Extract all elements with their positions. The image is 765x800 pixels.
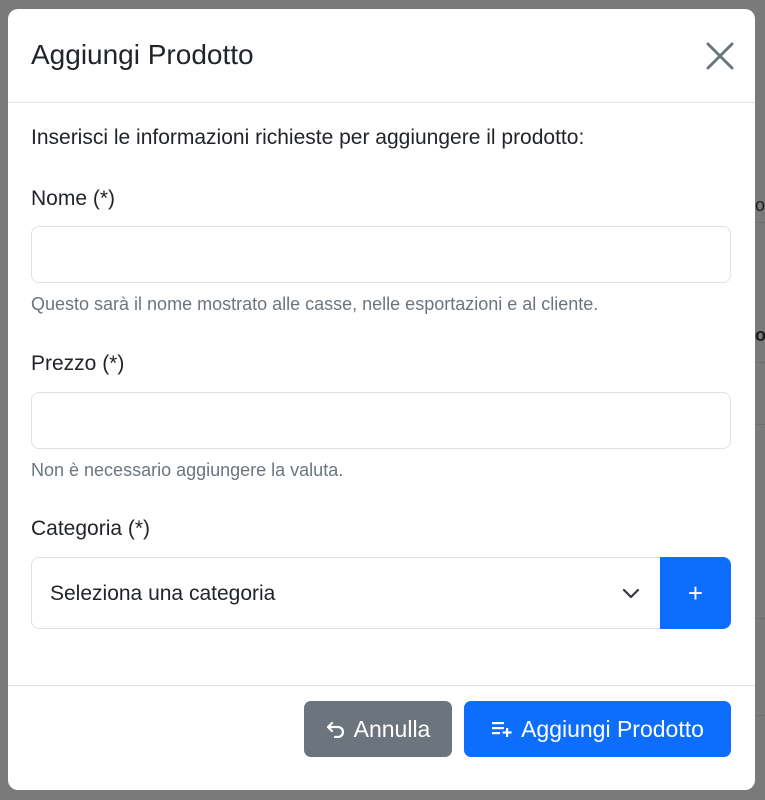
- background-text: o: [755, 195, 765, 215]
- background-text: o: [755, 325, 765, 345]
- playlist-add-icon: [492, 722, 512, 737]
- modal-title: Aggiungi Prodotto: [31, 39, 254, 70]
- undo-icon: [326, 721, 344, 738]
- price-label: Prezzo (*): [31, 352, 125, 375]
- price-input[interactable]: [31, 392, 731, 449]
- category-select[interactable]: Seleziona una categoria: [31, 557, 661, 629]
- cancel-button[interactable]: Annulla: [304, 701, 452, 757]
- add-product-button-label: Aggiungi Prodotto: [521, 715, 704, 742]
- add-product-button[interactable]: Aggiungi Prodotto: [464, 701, 731, 757]
- footer-divider: [8, 685, 755, 686]
- cancel-button-label: Annulla: [353, 715, 431, 742]
- add-category-button[interactable]: +: [660, 557, 731, 629]
- modal-intro-text: Inserisci le informazioni richieste per …: [31, 126, 585, 149]
- modal-header: Aggiungi Prodotto: [8, 9, 755, 103]
- name-input[interactable]: [31, 226, 731, 283]
- price-help-text: Non è necessario aggiungere la valuta.: [31, 460, 344, 480]
- close-button[interactable]: [703, 39, 737, 73]
- close-icon: [706, 42, 734, 70]
- name-label: Nome (*): [31, 187, 116, 210]
- chevron-down-icon: [622, 588, 640, 599]
- name-help-text: Questo sarà il nome mostrato alle casse,…: [31, 294, 599, 314]
- category-label: Categoria (*): [31, 517, 151, 540]
- category-select-value: Seleziona una categoria: [50, 582, 276, 605]
